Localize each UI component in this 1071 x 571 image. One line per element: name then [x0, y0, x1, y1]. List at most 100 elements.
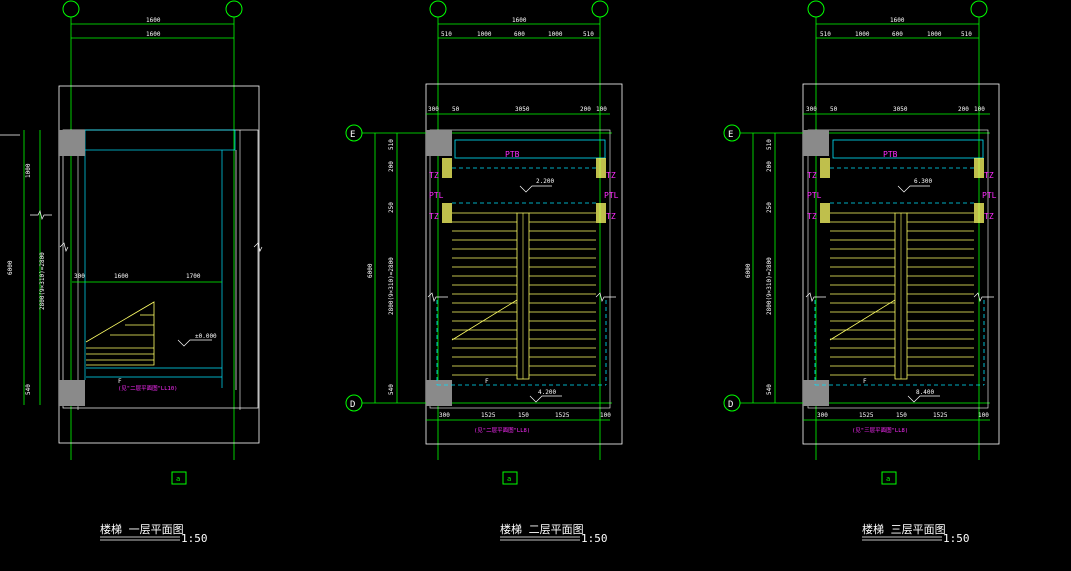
tag-tz-1: TZ	[807, 171, 817, 180]
plan-scale: 1:50	[943, 532, 970, 545]
dim-bottom-300: 300	[817, 412, 828, 419]
column-bottom	[59, 380, 85, 406]
tag-ptl-2: PTL	[604, 191, 619, 200]
dim-top-c: 600	[892, 31, 903, 38]
dim-bottom-300: 300	[439, 412, 450, 419]
dim-inner-200: 200	[958, 106, 969, 113]
axis-label-bottom: a	[886, 475, 890, 483]
cad-drawing-canvas: 1600 1600 1000 2800(9×310)=2800 6000 540…	[0, 0, 1071, 567]
dim-inner-3050: 3050	[893, 106, 908, 113]
dim-left-510: 510	[766, 139, 773, 150]
dim-left-200: 200	[766, 161, 773, 172]
axis-bubble-top-left	[429, 0, 447, 18]
plan-scale: 1:50	[581, 532, 608, 545]
dim-mid-300: 300	[74, 273, 85, 280]
tag-tz-4: TZ	[606, 212, 616, 221]
dim-inner-50: 50	[452, 106, 460, 113]
dim-top-b: 1000	[855, 31, 870, 38]
dim-top-c: 600	[514, 31, 525, 38]
column-top	[426, 130, 452, 156]
dim-inner-300: 300	[428, 106, 439, 113]
level-ground: ±0.000	[195, 333, 217, 340]
note-ll: (见"二层平面图"LL10)	[118, 384, 178, 392]
dim-left-run: 2800(9×310)=2800	[766, 257, 773, 315]
level-top: 6.300	[914, 178, 932, 185]
dim-bottom-150: 150	[896, 412, 907, 419]
note-ll: (见"三层平面图"LL8)	[852, 426, 908, 434]
dim-mid-1600: 1600	[114, 273, 129, 280]
label-f: F	[118, 378, 122, 385]
dim-inner-50: 50	[830, 106, 838, 113]
plan-title: 楼梯 二层平面图	[500, 522, 584, 536]
axis-bubble-top-left	[62, 0, 80, 18]
axis-label-d: D	[350, 400, 355, 410]
tag-tz-1: TZ	[429, 171, 439, 180]
tag-ptl-1: PTL	[807, 191, 822, 200]
dim-inner-300: 300	[806, 106, 817, 113]
column-bottom	[426, 380, 452, 406]
dim-left-6000: 6000	[745, 263, 752, 278]
column-top	[59, 130, 85, 156]
dim-left-540: 540	[25, 384, 32, 395]
tag-ptl-2: PTL	[982, 191, 997, 200]
tag-ptb: PTB	[883, 150, 898, 159]
level-bottom: 8.400	[916, 389, 934, 396]
dim-left-run: 2800(9×310)=2800	[39, 252, 46, 310]
dim-left-6000: 6000	[7, 260, 14, 275]
stair-plans-drawing: 1600 1600 1000 2800(9×310)=2800 6000 540…	[0, 0, 1000, 545]
level-top: 2.200	[536, 178, 554, 185]
dim-left-510: 510	[388, 139, 395, 150]
level-bottom: 4.200	[538, 389, 556, 396]
axis-label-bottom: a	[507, 475, 511, 483]
axis-label-d: D	[728, 400, 733, 410]
dim-top-1: 1600	[146, 17, 161, 24]
tag-tz-3: TZ	[984, 171, 994, 180]
dim-top-a: 510	[820, 31, 831, 38]
dim-bottom-1525b: 1525	[933, 412, 948, 419]
dim-inner-100: 100	[596, 106, 607, 113]
dim-inner-100: 100	[974, 106, 985, 113]
axis-label-bottom: a	[176, 475, 180, 483]
tag-tz-4: TZ	[984, 212, 994, 221]
dim-bottom-100: 100	[978, 412, 989, 419]
dim-bottom-1525a: 1525	[481, 412, 496, 419]
plan-scale: 1:50	[181, 532, 208, 545]
plan-1: 1600 1600 1000 2800(9×310)=2800 6000 540…	[7, 0, 260, 545]
axis-bubble-top-left	[807, 0, 825, 18]
dim-top-e: 510	[961, 31, 972, 38]
dim-bottom-1525b: 1525	[555, 412, 570, 419]
tag-tz-2: TZ	[429, 212, 439, 221]
dim-mid-1700: 1700	[186, 273, 201, 280]
axis-label-e: E	[350, 130, 355, 140]
dim-left-250: 250	[388, 202, 395, 213]
label-f: F	[863, 378, 867, 385]
dim-top-d: 1000	[548, 31, 563, 38]
dim-left-200: 200	[388, 161, 395, 172]
dim-top-total: 1600	[512, 17, 527, 24]
plan-title: 楼梯 一层平面图	[100, 522, 184, 536]
plan-title: 楼梯 三层平面图	[862, 522, 946, 536]
dim-top-d: 1000	[927, 31, 942, 38]
dim-top-total: 1600	[890, 17, 905, 24]
dim-left-1000: 1000	[25, 163, 32, 178]
tag-ptb: PTB	[505, 150, 520, 159]
plan-2: 1600 510 1000 600 1000 510 300 50 3050 2…	[345, 0, 623, 545]
tag-tz-2: TZ	[807, 212, 817, 221]
dim-bottom-1525a: 1525	[859, 412, 874, 419]
dim-left-run: 2800(9×310)=2800	[388, 257, 395, 315]
stair-treads	[830, 212, 974, 376]
tag-tz-3: TZ	[606, 171, 616, 180]
dim-bottom-150: 150	[518, 412, 529, 419]
axis-bubble-top-right	[591, 0, 609, 18]
plan-3: 1600 510 1000 600 1000 510 300 50 3050 2…	[723, 0, 1000, 545]
tag-ptl-1: PTL	[429, 191, 444, 200]
axis-bubble-top-right	[225, 0, 243, 18]
dim-top-b: 1000	[477, 31, 492, 38]
dim-bottom-100: 100	[600, 412, 611, 419]
dim-top-a: 510	[441, 31, 452, 38]
column-bottom	[803, 380, 829, 406]
axis-bubble-top-right	[970, 0, 988, 18]
dim-left-540: 540	[766, 384, 773, 395]
dim-inner-3050: 3050	[515, 106, 530, 113]
dim-left-540: 540	[388, 384, 395, 395]
